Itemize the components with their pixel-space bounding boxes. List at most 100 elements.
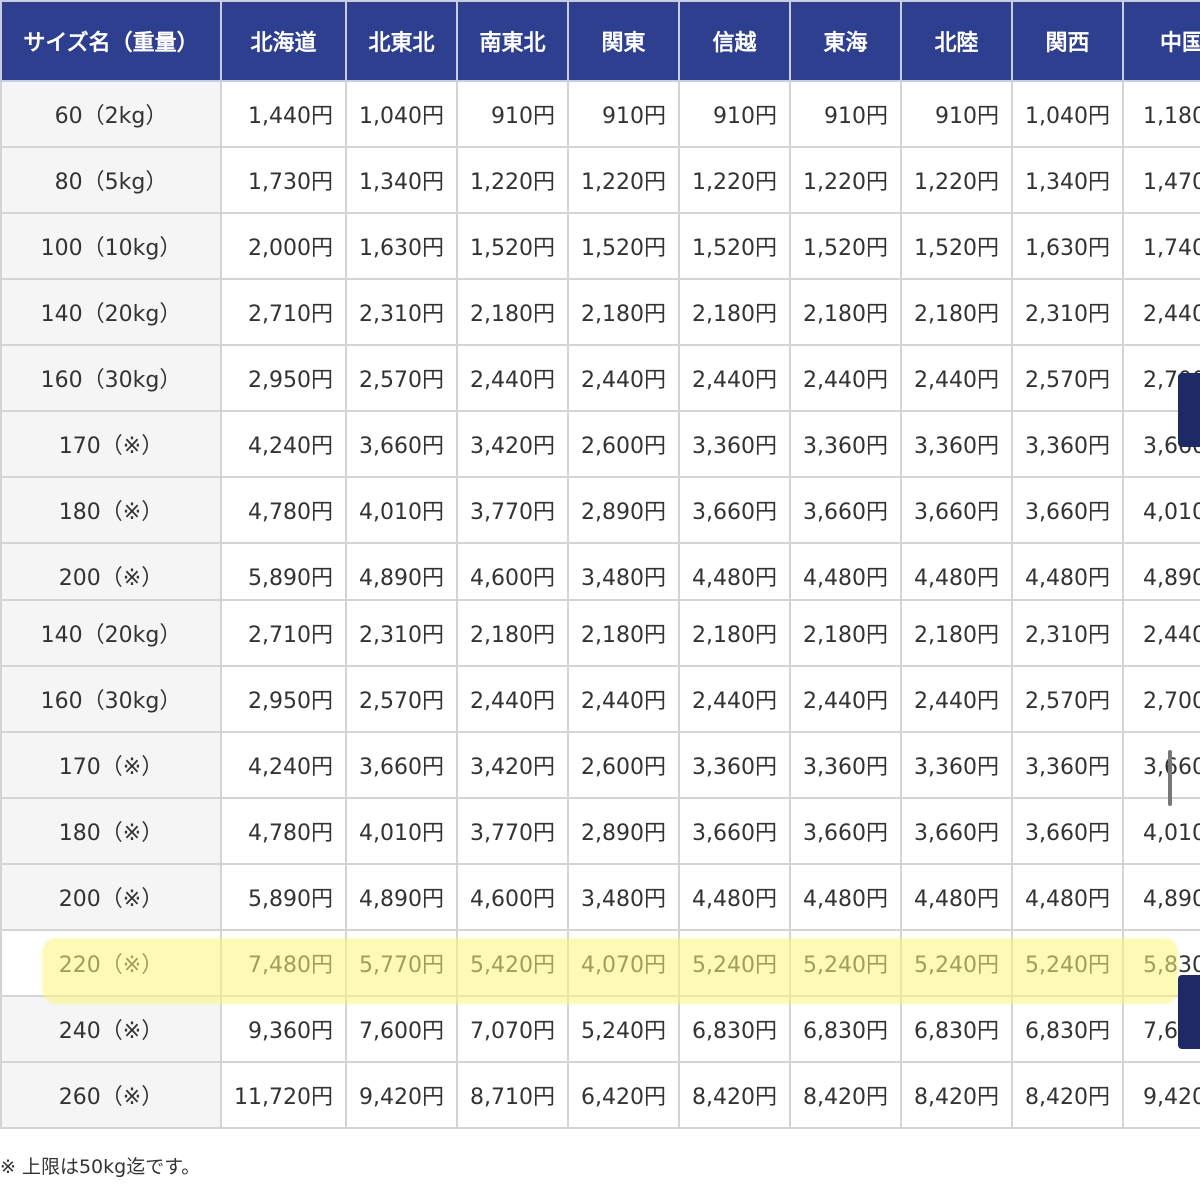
size-cell: 100（10kg） [0,212,222,280]
price-cell: 2,310円 [1011,278,1124,346]
price-cell: 2,180円 [678,278,791,346]
price-cell: 5,420円 [456,929,569,997]
price-cell: 2,570円 [1011,344,1124,412]
price-cell: 4,480円 [678,863,791,931]
price-cell: 1,730円 [220,146,347,214]
price-cell: 2,180円 [456,278,569,346]
price-cell: 4,070円 [567,929,680,997]
table-row: 200（※） 5,890円 4,890円 4,600円 3,480円 4,480円 4,48… [0,542,1200,600]
shipping-rate-table: サイズ名（重量） 北海道 北東北 南東北 関東 信越 東海 北陸 関西 中国 60（2kg） 1,4… [0,0,1200,600]
price-cell: 1,440円 [220,80,347,148]
price-cell: 5,240円 [900,929,1013,997]
price-cell: 3,660円 [1011,476,1124,544]
price-cell: 2,440円 [678,344,791,412]
price-cell: 4,480円 [678,542,791,600]
price-cell: 5,240円 [789,929,902,997]
price-cell: 2,440円 [900,665,1013,733]
price-cell: 3,480円 [567,542,680,600]
table-row: 160（30kg） 2,950円 2,570円 2,440円 2,440円 2,440円 2… [0,344,1200,412]
price-cell: 1,630円 [345,212,458,280]
table-row: 60（2kg） 1,440円 1,040円 910円 910円 910円 910円 910円 1… [0,80,1200,148]
price-cell: 4,240円 [220,731,347,799]
price-cell: 1,520円 [678,212,791,280]
scrollbar[interactable] [1168,750,1172,806]
table-row: 140（20kg） 2,710円 2,310円 2,180円 2,180円 2,180円 2… [0,599,1200,667]
price-cell: 3,360円 [1011,731,1124,799]
price-cell: 7,070円 [456,995,569,1063]
price-cell: 3,660円 [1122,731,1200,799]
price-cell: 3,360円 [900,410,1013,478]
size-cell: 260（※） [0,1061,222,1129]
price-cell: 1,520円 [456,212,569,280]
price-cell: 5,890円 [220,542,347,600]
price-cell: 2,180円 [678,599,791,667]
price-cell: 1,220円 [567,146,680,214]
column-header-region: 関東 [567,0,680,82]
side-tab-button[interactable] [1178,373,1200,447]
price-cell: 9,420円 [345,1061,458,1129]
price-cell: 2,310円 [345,599,458,667]
price-cell: 2,180円 [789,278,902,346]
price-cell: 9,420円 [1122,1061,1200,1129]
price-cell: 3,660円 [789,797,902,865]
price-cell: 2,440円 [456,344,569,412]
price-cell: 4,600円 [456,542,569,600]
price-cell: 4,480円 [1011,863,1124,931]
price-cell: 2,180円 [567,278,680,346]
price-cell: 8,420円 [789,1061,902,1129]
size-cell: 170（※） [0,731,222,799]
price-cell: 5,770円 [345,929,458,997]
rate-table-bottom: 140（20kg） 2,710円 2,310円 2,180円 2,180円 2,180円 2… [0,599,1200,1145]
side-tab-button[interactable] [1178,975,1200,1049]
price-cell: 1,220円 [789,146,902,214]
size-cell: 220（※） [0,929,222,997]
price-cell: 3,660円 [678,476,791,544]
price-cell: 5,240円 [567,995,680,1063]
price-cell: 3,660円 [900,797,1013,865]
price-cell: 2,440円 [789,665,902,733]
table-row: 220（※） 7,480円 5,770円 5,420円 4,070円 5,240円 5,24… [0,929,1200,997]
price-cell: 4,480円 [789,863,902,931]
price-cell: 2,710円 [220,278,347,346]
table-row: 170（※） 4,240円 3,660円 3,420円 2,600円 3,360円 3,36… [0,731,1200,799]
price-cell: 1,520円 [900,212,1013,280]
price-cell: 2,710円 [220,599,347,667]
column-header-size: サイズ名（重量） [0,0,222,82]
price-cell: 3,360円 [678,731,791,799]
price-cell: 2,570円 [345,665,458,733]
price-cell: 2,890円 [567,476,680,544]
price-cell: 2,180円 [900,278,1013,346]
price-cell: 4,240円 [220,410,347,478]
price-cell: 2,180円 [456,599,569,667]
price-cell: 1,220円 [456,146,569,214]
price-cell: 1,340円 [1011,146,1124,214]
shipping-rate-table-continued: 140（20kg） 2,710円 2,310円 2,180円 2,180円 2,180円 2… [0,599,1200,1129]
price-cell: 6,420円 [567,1061,680,1129]
price-cell: 4,010円 [1122,797,1200,865]
size-cell: 60（2kg） [0,80,222,148]
price-cell: 2,440円 [567,665,680,733]
price-cell: 6,830円 [1011,995,1124,1063]
price-cell: 3,360円 [678,410,791,478]
price-cell: 3,660円 [345,410,458,478]
table-row: 180（※） 4,780円 4,010円 3,770円 2,890円 3,660円 3,66… [0,476,1200,544]
price-cell: 3,360円 [789,410,902,478]
table-row: 80（5kg） 1,730円 1,340円 1,220円 1,220円 1,220円 1,2… [0,146,1200,214]
price-cell: 910円 [789,80,902,148]
price-cell: 2,700円 [1122,665,1200,733]
price-cell: 2,180円 [900,599,1013,667]
column-header-region: 北東北 [345,0,458,82]
price-cell: 910円 [678,80,791,148]
price-cell: 1,040円 [345,80,458,148]
price-cell: 2,600円 [567,731,680,799]
column-header-region: 信越 [678,0,791,82]
table-row: 260（※） 11,720円 9,420円 8,710円 6,420円 8,420円 8,4… [0,1061,1200,1129]
price-cell: 3,360円 [900,731,1013,799]
column-header-region: 北海道 [220,0,347,82]
price-cell: 7,600円 [345,995,458,1063]
price-cell: 1,630円 [1011,212,1124,280]
price-cell: 1,520円 [789,212,902,280]
price-cell: 5,240円 [1011,929,1124,997]
price-cell: 2,440円 [678,665,791,733]
price-cell: 4,010円 [345,476,458,544]
